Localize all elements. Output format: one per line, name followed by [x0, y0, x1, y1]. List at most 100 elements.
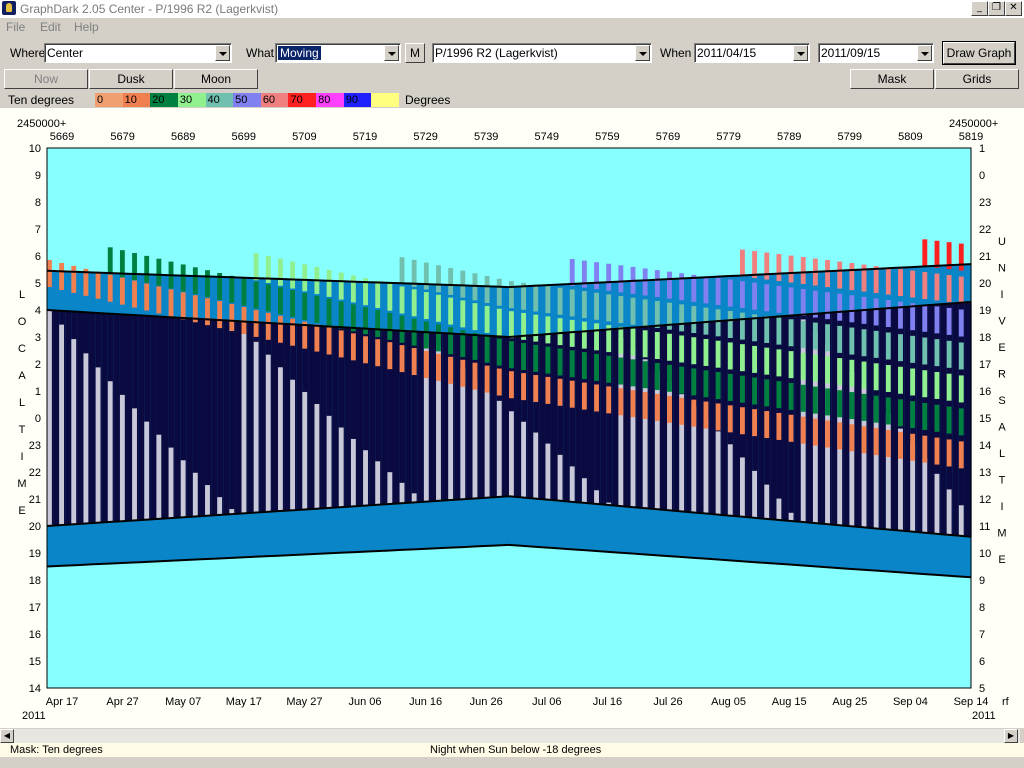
altitude-stripe: [861, 361, 867, 389]
altitude-stripe: [460, 270, 466, 298]
moon-column: [703, 418, 709, 514]
night-column: [606, 329, 613, 506]
night-column: [515, 336, 522, 498]
altitude-stripe: [898, 399, 903, 427]
night-column: [271, 323, 279, 512]
menu-file[interactable]: File: [6, 20, 25, 34]
altitude-stripe: [715, 277, 721, 305]
what-select[interactable]: Moving: [275, 43, 401, 63]
menu-help[interactable]: Help: [74, 20, 99, 34]
chevron-down-icon[interactable]: [215, 45, 230, 61]
chevron-down-icon[interactable]: [635, 45, 650, 61]
altitude-stripe: [326, 298, 332, 326]
ut-tick: 20: [979, 278, 991, 290]
chevron-down-icon[interactable]: [384, 45, 399, 61]
universal-time-title-letter: I: [1000, 289, 1003, 301]
now-button[interactable]: Now: [4, 69, 88, 89]
ut-tick: 10: [979, 548, 991, 560]
end-date-value: 2011/09/15: [821, 46, 881, 60]
universal-time-title-letter: L: [999, 448, 1005, 460]
altitude-stripe: [533, 375, 539, 403]
night-column: [217, 320, 224, 515]
local-time-tick: 14: [29, 683, 41, 695]
altitude-stripe: [812, 418, 818, 446]
app-icon[interactable]: [2, 1, 16, 15]
local-time-tick: 21: [29, 494, 41, 506]
scroll-right-icon[interactable]: ▶: [1004, 729, 1018, 743]
night-column: [150, 316, 158, 520]
altitude-stripe: [278, 287, 283, 315]
altitude-stripe: [630, 328, 636, 356]
altitude-stripe: [618, 265, 624, 293]
altitude-stripe: [667, 271, 672, 299]
close-button[interactable]: ✕: [1005, 1, 1022, 16]
ut-tick: 23: [979, 197, 991, 209]
minimize-button[interactable]: _: [971, 1, 988, 16]
altitude-stripe: [423, 350, 429, 378]
local-time-title-letter: O: [18, 316, 27, 328]
dusk-button[interactable]: Dusk: [89, 69, 173, 89]
moon-column: [411, 493, 417, 503]
altitude-stripe: [910, 433, 916, 461]
local-time-tick: 9: [35, 170, 41, 182]
altitude-stripe: [922, 272, 928, 300]
draw-graph-button[interactable]: Draw Graph: [942, 41, 1016, 65]
chevron-down-icon[interactable]: [917, 45, 932, 61]
night-column: [502, 336, 510, 497]
start-date-select[interactable]: 2011/04/15: [694, 43, 810, 63]
altitude-stripe: [180, 292, 186, 320]
moon-column: [119, 394, 125, 522]
altitude-stripe: [557, 287, 563, 315]
chevron-down-icon[interactable]: [793, 45, 808, 61]
altitude-stripe: [606, 386, 612, 414]
night-column: [466, 334, 474, 499]
altitude-stripe: [873, 363, 879, 391]
night-column: [527, 335, 534, 499]
altitude-stripe: [654, 270, 660, 298]
menu-edit[interactable]: Edit: [40, 20, 61, 34]
altitude-stripe: [229, 304, 235, 332]
altitude-stripe: [679, 335, 685, 363]
altitude-stripe: [776, 285, 782, 313]
jd-tick: 5789: [777, 131, 801, 143]
altitude-stripe: [715, 309, 721, 337]
ut-tick: 14: [979, 440, 991, 452]
night-column: [697, 322, 705, 514]
scroll-left-icon[interactable]: ◀: [0, 729, 14, 743]
grids-button[interactable]: Grids: [935, 69, 1019, 89]
altitude-stripe: [922, 239, 928, 267]
night-column: [101, 313, 109, 523]
altitude-stripe: [800, 320, 806, 348]
where-select[interactable]: Center: [44, 43, 232, 63]
legend-band: [371, 93, 400, 107]
m-button[interactable]: M: [405, 43, 425, 63]
date-tick: Sep 04: [893, 696, 928, 708]
altitude-stripe: [825, 260, 830, 288]
altitude-stripe: [618, 388, 624, 416]
altitude-stripe: [800, 257, 806, 285]
jd-tick: 5669: [50, 131, 74, 143]
altitude-stripe: [958, 441, 964, 469]
local-time-tick: 15: [29, 656, 41, 668]
moon-button[interactable]: Moon: [174, 69, 258, 89]
start-date-value: 2011/04/15: [697, 46, 757, 60]
altitude-stripe: [338, 301, 344, 329]
altitude-stripe: [752, 377, 758, 405]
restore-button[interactable]: ❐: [988, 1, 1005, 16]
object-select[interactable]: P/1996 R2 (Lagerkvist): [432, 43, 652, 63]
altitude-stripe: [205, 270, 210, 298]
legend-band: 70: [288, 93, 317, 107]
ut-tick: 1: [979, 143, 985, 155]
horizontal-scrollbar[interactable]: ◀ ▶: [0, 729, 1020, 743]
altitude-stripe: [958, 276, 964, 304]
moon-column: [156, 434, 162, 519]
altitude-stripe: [788, 287, 794, 315]
moon-column: [205, 485, 210, 516]
night-column: [126, 314, 133, 521]
altitude-stripe: [606, 355, 612, 383]
mask-button[interactable]: Mask: [850, 69, 934, 89]
night-column: [211, 319, 218, 516]
altitude-stripe: [849, 424, 855, 452]
moon-column: [338, 427, 344, 508]
end-date-select[interactable]: 2011/09/15: [818, 43, 934, 63]
